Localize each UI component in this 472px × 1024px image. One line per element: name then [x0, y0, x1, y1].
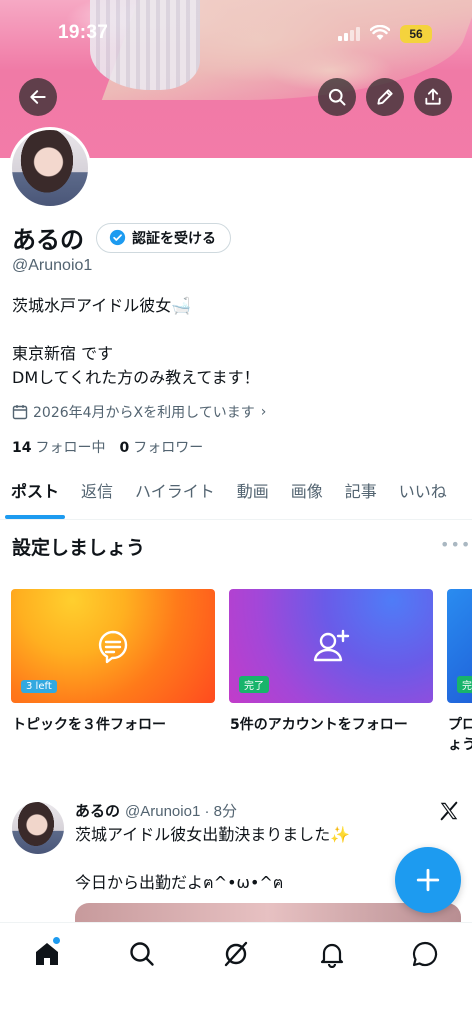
plus-icon: [416, 868, 440, 892]
search-button[interactable]: [318, 78, 356, 116]
calendar-icon: [12, 405, 28, 420]
bio-line: DMしてくれた方のみ教えてます！: [12, 368, 260, 387]
post-line: 今日から出勤だよฅ^•ω•^ฅ: [75, 873, 284, 892]
back-button[interactable]: [19, 78, 57, 116]
nav-messages[interactable]: [411, 940, 441, 970]
card-status-tag: 完: [457, 676, 472, 693]
nav-grok[interactable]: [222, 940, 252, 970]
profile-tabs: ポスト 返信 ハイライト 動画 画像 記事 いいね: [0, 474, 472, 520]
post-header: あるの @Arunoio1 · 8分: [75, 800, 237, 821]
setup-title: 設定しましょう: [12, 537, 146, 559]
setup-card-topics[interactable]: 3 left: [11, 589, 215, 703]
post-line: 茨城アイドル彼女出勤決まりました✨: [75, 825, 351, 844]
nav-search[interactable]: [128, 940, 158, 970]
post-avatar[interactable]: [12, 802, 64, 854]
add-user-icon: [313, 629, 350, 662]
setup-card-profile[interactable]: 完: [447, 589, 472, 703]
share-button[interactable]: [414, 78, 452, 116]
wifi-icon: [370, 25, 390, 40]
followers-label: フォロワー: [133, 440, 204, 456]
tab-replies[interactable]: 返信: [70, 474, 124, 519]
get-verified-button[interactable]: 認証を受ける: [96, 222, 231, 253]
signal-icon: [338, 27, 360, 41]
verified-badge-icon: [109, 229, 126, 246]
following-link[interactable]: 14 フォロー中: [12, 437, 105, 457]
post-meta: @Arunoio1 · 8分: [125, 803, 237, 820]
edit-button[interactable]: [366, 78, 404, 116]
profile-avatar[interactable]: [9, 127, 91, 209]
share-icon: [425, 88, 441, 105]
grok-icon: [224, 941, 248, 967]
bottom-nav: [0, 922, 472, 1024]
bio: 茨城水戸アイドル彼女🛁 東京新宿 です DMしてくれた方のみ教えてます！: [12, 294, 260, 390]
nav-notifications[interactable]: [318, 940, 348, 970]
nav-home[interactable]: [33, 940, 63, 970]
status-bar: 19:37 56: [0, 0, 472, 56]
tab-likes[interactable]: いいね: [388, 474, 458, 519]
following-label: フォロー中: [35, 440, 106, 456]
bio-line: 茨城水戸アイドル彼女🛁: [12, 296, 192, 315]
pencil-icon: [377, 89, 393, 105]
tab-posts[interactable]: ポスト: [0, 474, 70, 519]
bio-line: 東京新宿 です: [12, 344, 114, 363]
status-time: 19:37: [58, 22, 109, 43]
more-options-icon[interactable]: •••: [440, 535, 471, 554]
display-name: あるの: [12, 226, 84, 254]
notification-dot: [53, 937, 60, 944]
x-logo-icon: [440, 801, 458, 821]
arrow-left-icon: [30, 90, 46, 104]
followers-count: 0: [119, 440, 130, 456]
setup-card-follow-accounts[interactable]: 完了: [229, 589, 433, 703]
home-icon: [36, 943, 58, 965]
card-caption: 5件のアカウントをフォロー: [230, 717, 408, 733]
battery-indicator: 56: [400, 25, 432, 43]
follow-counts: 14 フォロー中 0 フォロワー: [12, 437, 217, 457]
tab-photos[interactable]: 画像: [280, 474, 334, 519]
card-status-tag: 完了: [239, 676, 269, 693]
following-count: 14: [12, 440, 32, 456]
message-icon: [412, 941, 438, 967]
card-caption: ょう: [448, 737, 472, 753]
name-row: あるの 認証を受ける: [12, 220, 231, 255]
joined-date[interactable]: 2026年4月からXを利用しています ›: [12, 402, 266, 422]
search-icon: [130, 942, 154, 966]
card-caption: プロ: [448, 717, 472, 733]
tab-highlights[interactable]: ハイライト: [124, 474, 226, 519]
bio-line: [12, 318, 260, 342]
handle: @Arunoio1: [12, 257, 93, 274]
chevron-right-icon: ›: [260, 404, 267, 420]
card-status-tag: 3 left: [21, 680, 57, 693]
post-text: 茨城アイドル彼女出勤決まりました✨ 今日から出勤だよฅ^•ω•^ฅ: [75, 823, 405, 895]
post-author-name[interactable]: あるの: [75, 800, 120, 821]
topic-icon: [98, 630, 128, 664]
compose-button[interactable]: [395, 847, 461, 913]
tab-videos[interactable]: 動画: [226, 474, 280, 519]
bell-icon: [320, 943, 344, 969]
get-verified-label: 認証を受ける: [132, 230, 216, 247]
joined-label: 2026年4月からXを利用しています: [33, 405, 255, 421]
card-caption: トピックを３件フォロー: [12, 717, 166, 733]
tab-articles[interactable]: 記事: [334, 474, 388, 519]
followers-link[interactable]: 0 フォロワー: [119, 437, 203, 457]
post-line: [75, 847, 405, 871]
search-icon: [328, 88, 346, 106]
